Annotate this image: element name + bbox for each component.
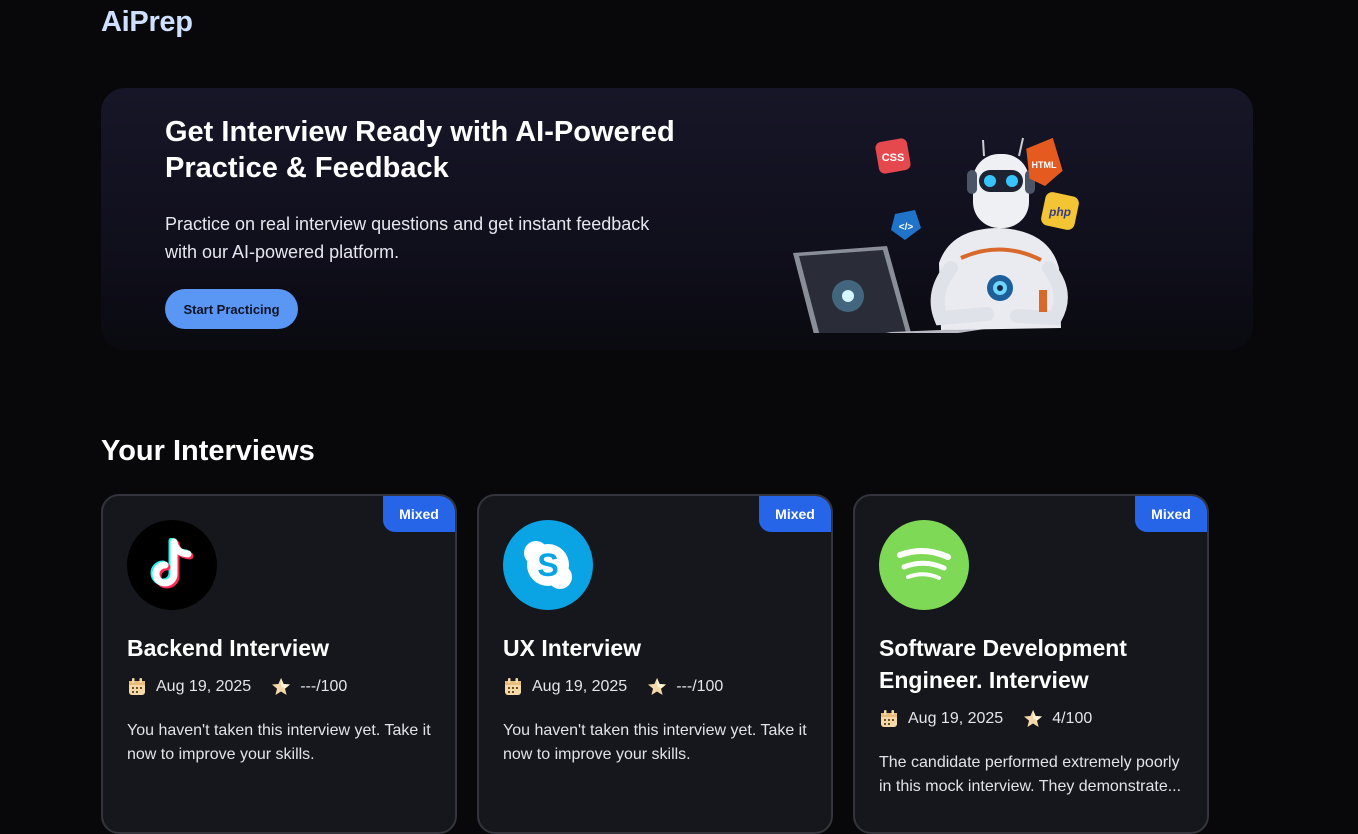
star-icon (648, 678, 667, 695)
svg-text:php: php (1048, 205, 1071, 219)
interview-score: 4/100 (1052, 710, 1093, 727)
hero-title: Get Interview Ready with AI-Powered Prac… (165, 116, 675, 184)
interview-description: You haven't taken this interview yet. Ta… (503, 722, 807, 763)
interview-title: Software Development Engineer. Interview (879, 635, 1127, 693)
robot-laptop-illustration: CSS </> HTML php (793, 137, 1079, 333)
app-logo[interactable]: AiPrep (101, 6, 193, 39)
svg-text:CSS: CSS (882, 152, 905, 164)
calendar-icon (881, 710, 897, 727)
spotify-logo-icon (879, 520, 969, 610)
section-title: Your Interviews (101, 435, 315, 467)
interview-card[interactable]: Mixed Software Development Engineer. Int… (853, 494, 1209, 834)
interview-date: Aug 19, 2025 (156, 678, 252, 695)
interview-description: The candidate performed extremely poorly… (879, 754, 1182, 795)
interview-type-badge: Mixed (1135, 496, 1207, 532)
interview-score: ---/100 (300, 678, 348, 695)
svg-text:HTML: HTML (1032, 160, 1057, 170)
interview-card[interactable]: Mixed S UX Interview Aug 19, 2025 ---/10… (477, 494, 833, 834)
interview-date: Aug 19, 2025 (532, 678, 628, 695)
interview-title: UX Interview (503, 635, 642, 661)
calendar-icon (505, 678, 521, 695)
interview-score: ---/100 (676, 678, 724, 695)
interview-type-badge: Mixed (383, 496, 455, 532)
code-tag-icon: </> (891, 210, 921, 240)
interview-meta: Aug 19, 2025 4/100 (879, 709, 1092, 729)
css-tag-icon: CSS (875, 138, 911, 174)
interview-meta: Aug 19, 2025 ---/100 (127, 677, 347, 697)
tiktok-logo-icon (127, 520, 217, 610)
interview-title: Backend Interview (127, 635, 329, 661)
php-tag-icon: php (1041, 192, 1079, 230)
interview-card[interactable]: Mixed Backend Interview Aug 19, 2025 ---… (101, 494, 457, 834)
svg-text:</>: </> (899, 222, 914, 233)
interview-type-badge: Mixed (759, 496, 831, 532)
interview-date: Aug 19, 2025 (908, 710, 1004, 727)
star-icon (1024, 710, 1043, 727)
hero-subtitle: Practice on real interview questions and… (165, 214, 650, 262)
calendar-icon (129, 678, 145, 695)
start-practicing-button[interactable]: Start Practicing (165, 289, 298, 329)
interview-description: You haven't taken this interview yet. Ta… (127, 722, 431, 763)
hero-banner: Get Interview Ready with AI-Powered Prac… (101, 88, 1253, 350)
interview-meta: Aug 19, 2025 ---/100 (503, 677, 723, 697)
star-icon (272, 678, 291, 695)
skype-logo-icon: S (503, 520, 593, 610)
svg-text:S: S (537, 547, 558, 583)
